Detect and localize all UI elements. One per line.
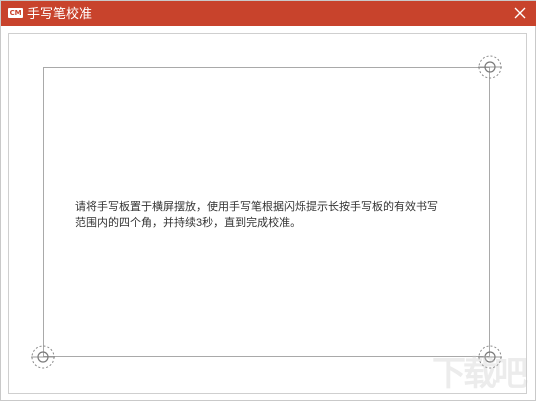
crosshair-target-icon — [478, 55, 502, 79]
app-logo: CM — [8, 8, 23, 18]
window-title: 手写笔校准 — [27, 6, 93, 21]
title-bar: CM 手写笔校准 — [1, 1, 536, 26]
close-button[interactable] — [503, 1, 536, 26]
calibration-area: 请将手写板置于横屏摆放，使用手写笔根据闪烁提示长按手写板的有效书写范围内的四个角… — [8, 33, 527, 394]
crosshair-target-icon — [31, 345, 55, 369]
calibration-target-top-right[interactable] — [478, 55, 502, 79]
calibration-instruction: 请将手写板置于横屏摆放，使用手写笔根据闪烁提示长按手写板的有效书写范围内的四个角… — [75, 201, 438, 229]
calibration-target-bottom-left[interactable] — [31, 345, 55, 369]
close-icon — [514, 7, 526, 19]
calibration-window: CM 手写笔校准 请将手写板置于横屏摆放，使用手写笔根据闪烁提示长按手写板的有效… — [0, 0, 536, 401]
calibration-target-bottom-right[interactable] — [478, 345, 502, 369]
crosshair-target-icon — [478, 345, 502, 369]
